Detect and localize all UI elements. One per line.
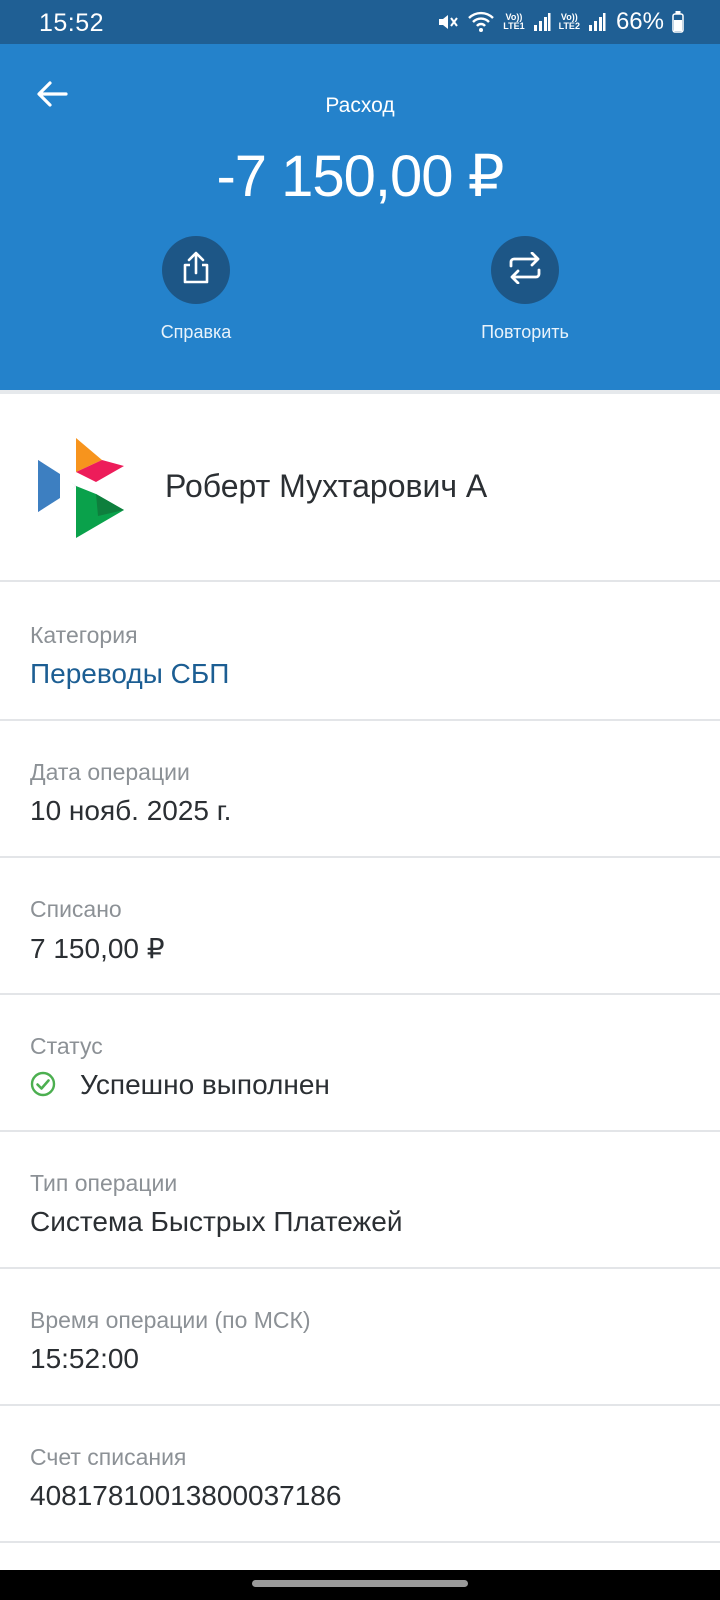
repeat-button-circle[interactable]: [491, 236, 559, 304]
receipt-label: Справка: [160, 322, 232, 342]
detail-row-date: Дата операции 10 нояб. 2025 г.: [0, 721, 720, 858]
detail-label: Списано: [30, 896, 122, 922]
detail-row-category[interactable]: Категория Переводы СБП: [0, 584, 720, 721]
status-icons: Vo)) LTE1 Vo)) LTE2 66%: [437, 8, 684, 36]
detail-label: Дата операции: [30, 759, 190, 785]
detail-row-type: Тип операции Система Быстрых Платежей: [0, 1132, 720, 1269]
mute-icon: [437, 11, 459, 33]
detail-row-status: Статус Успешно выполнен: [0, 995, 720, 1132]
page-title: Расход: [325, 94, 395, 117]
detail-value: 40817810013800037186: [30, 1480, 342, 1511]
sim1-bottom: LTE1: [503, 21, 525, 31]
repeat-button[interactable]: Повторить: [455, 236, 595, 343]
detail-value: 10 нояб. 2025 г.: [30, 795, 232, 826]
detail-value: 7 150,00 ₽: [30, 933, 165, 964]
detail-label: Время операции (по МСК): [30, 1307, 311, 1333]
status-value: Успешно выполнен: [80, 1069, 330, 1100]
sim2-label: Vo)) LTE2: [559, 13, 580, 31]
status-bar: 15:52 Vo)) LTE1 Vo)) LTE2 66%: [0, 0, 720, 44]
detail-label: Статус: [30, 1033, 103, 1059]
receipt-button-circle[interactable]: [162, 236, 230, 304]
battery-percent: 66%: [615, 8, 664, 35]
detail-row-account: Счет списания 40817810013800037186: [0, 1406, 720, 1543]
wifi-icon: [467, 10, 495, 34]
detail-value: Система Быстрых Платежей: [30, 1206, 403, 1237]
sbp-logo: [38, 438, 128, 538]
share-icon: [181, 251, 211, 290]
repeat-label: Повторить: [481, 322, 569, 342]
signal-icon: [533, 12, 551, 32]
recipient-name: Роберт Мухтарович А: [165, 468, 488, 504]
transaction-amount: -7 150,00 ₽: [216, 144, 504, 209]
check-circle-icon: [30, 1071, 56, 1097]
receipt-button[interactable]: Справка: [126, 236, 266, 343]
detail-label: Тип операции: [30, 1170, 178, 1196]
detail-label: Счет списания: [30, 1444, 187, 1470]
detail-row-time: Время операции (по МСК) 15:52:00: [0, 1269, 720, 1406]
detail-value: 15:52:00: [30, 1343, 139, 1374]
sim2-bottom: LTE2: [558, 21, 580, 31]
detail-row-debited: Списано 7 150,00 ₽: [0, 858, 720, 995]
category-link[interactable]: Переводы СБП: [30, 658, 229, 690]
signal-icon: [588, 12, 606, 32]
repeat-icon: [507, 251, 543, 289]
transaction-header: Расход -7 150,00 ₽ Справка Повторить: [0, 44, 720, 390]
detail-label: Категория: [30, 622, 138, 648]
sim1-label: Vo)) LTE1: [503, 13, 524, 31]
home-indicator[interactable]: [252, 1580, 468, 1587]
battery-icon: [672, 11, 684, 33]
status-time: 15:52: [39, 9, 105, 37]
recipient-block: Роберт Мухтарович А: [0, 394, 720, 582]
system-nav-bar: [0, 1570, 720, 1600]
